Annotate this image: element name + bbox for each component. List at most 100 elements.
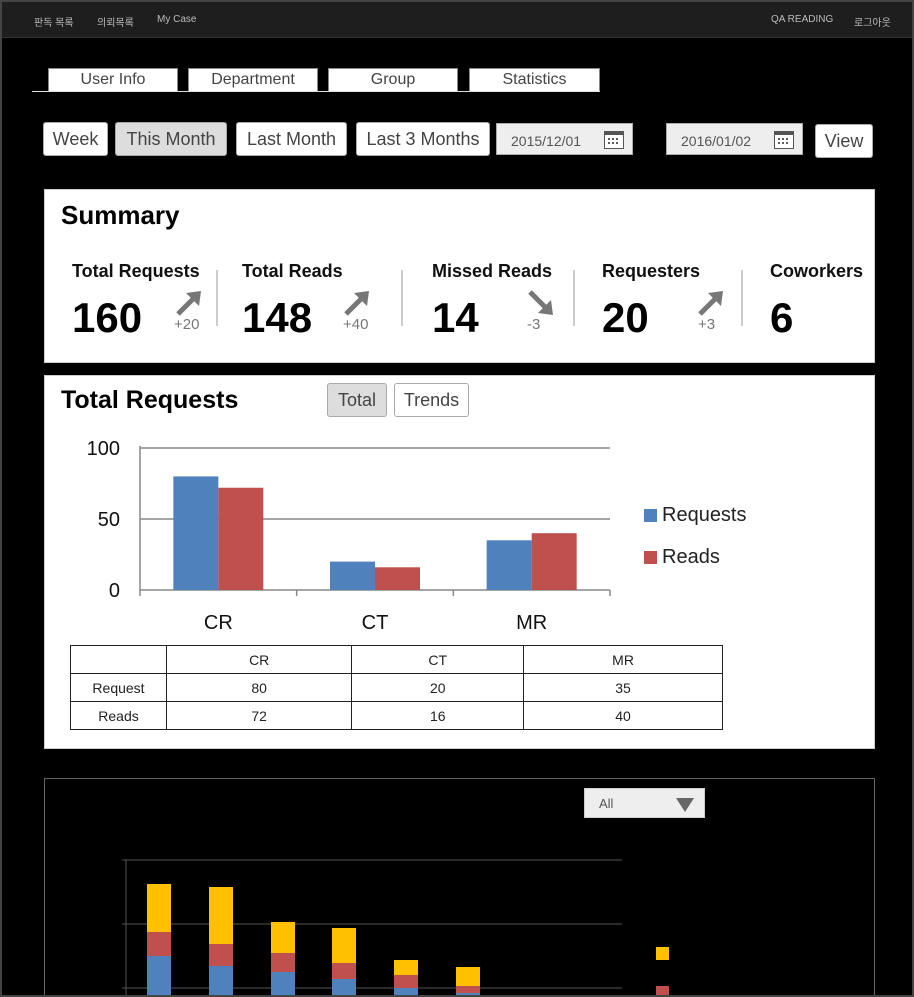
table-row-label: Reads bbox=[70, 701, 167, 730]
x-tick-label: CR bbox=[204, 612, 233, 634]
table-header-cell bbox=[70, 645, 167, 674]
stacked-bar-segment bbox=[271, 922, 295, 953]
stacked-bar-segment bbox=[394, 960, 418, 975]
stat-label-requesters: Requesters bbox=[602, 261, 701, 281]
stat-value-coworkers: 6 bbox=[770, 294, 794, 341]
nav-link-my-case[interactable]: My Case bbox=[157, 14, 196, 25]
stacked-bar-segment bbox=[209, 887, 233, 944]
tab-group[interactable]: Group bbox=[328, 68, 458, 92]
view-button[interactable]: View bbox=[815, 124, 873, 158]
bar-reads-ct bbox=[375, 567, 420, 590]
tab-statistics[interactable]: Statistics bbox=[469, 68, 600, 92]
stat-label-coworkers: Coworkers bbox=[770, 261, 864, 281]
stacked-bar-segment bbox=[271, 953, 295, 972]
table-header-cell: CR bbox=[165, 645, 353, 674]
stat-label-missed-reads: Missed Reads bbox=[432, 261, 553, 281]
stacked-bar-chart bbox=[122, 859, 669, 995]
table-header-row: CR CT MR bbox=[70, 645, 723, 674]
stat-separator bbox=[401, 270, 403, 326]
bar-reads-cr bbox=[218, 487, 264, 590]
y-tick-label: 50 bbox=[98, 509, 120, 531]
legend-swatch-requests bbox=[644, 509, 657, 522]
trend-up-arrow-icon bbox=[176, 291, 201, 316]
last-3-months-button[interactable]: Last 3 Months bbox=[356, 122, 490, 156]
total-toggle-button[interactable]: Total bbox=[327, 383, 387, 417]
table-row-label: Request bbox=[70, 673, 167, 702]
stacked-bar-segment bbox=[394, 988, 418, 995]
stat-separator bbox=[741, 270, 743, 326]
x-tick-label: MR bbox=[516, 612, 547, 634]
logout-link[interactable]: 로그아웃 bbox=[854, 14, 891, 29]
week-button[interactable]: Week bbox=[43, 122, 108, 156]
table-cell: 20 bbox=[351, 673, 525, 702]
stacked-bar-segment bbox=[271, 972, 295, 995]
start-date-value: 2015/12/01 bbox=[511, 133, 582, 149]
stat-separator bbox=[573, 270, 575, 326]
legend-label-reads: Reads bbox=[662, 546, 720, 568]
stat-label-total-reads: Total Reads bbox=[242, 261, 343, 281]
y-tick-label: 0 bbox=[109, 580, 120, 602]
bar-requests-cr bbox=[173, 476, 219, 590]
stat-value-missed-reads: 14 bbox=[432, 294, 479, 341]
stat-value-total-reads: 148 bbox=[242, 294, 313, 341]
app-window: 판독 목록 의뢰목록 My Case QA READING 로그아웃 User … bbox=[0, 0, 914, 997]
legend-swatch bbox=[656, 986, 669, 995]
stat-delta-total-reads: +40 bbox=[343, 316, 369, 333]
tab-department[interactable]: Department bbox=[188, 68, 318, 92]
stat-delta-missed-reads: -3 bbox=[527, 316, 541, 333]
nav-link-request-list[interactable]: 의뢰목록 bbox=[97, 14, 134, 29]
summary-title: Summary bbox=[61, 200, 180, 230]
bar-reads-mr bbox=[531, 533, 577, 590]
legend-swatch-reads bbox=[644, 551, 657, 564]
stacked-bar-segment bbox=[332, 979, 356, 995]
table-header-cell: CT bbox=[351, 645, 525, 674]
total-requests-title: Total Requests bbox=[61, 386, 239, 414]
trend-up-arrow-icon bbox=[344, 291, 369, 316]
nav-link-qa-reading[interactable]: QA READING bbox=[771, 14, 833, 25]
dropdown-value: All bbox=[599, 796, 614, 811]
tab-divider bbox=[32, 91, 600, 92]
stacked-bar-segment bbox=[147, 956, 171, 995]
this-month-button[interactable]: This Month bbox=[115, 122, 227, 156]
table-header-cell: MR bbox=[523, 645, 723, 674]
calendar-icon[interactable] bbox=[604, 131, 624, 149]
stat-delta-total-requests: +20 bbox=[174, 316, 200, 333]
requests-bar-chart: 0 50 100 CR CT MR bbox=[87, 438, 611, 634]
stacked-bar-segment bbox=[332, 963, 356, 979]
tab-user-info[interactable]: User Info bbox=[48, 68, 178, 92]
stat-label-total-requests: Total Requests bbox=[72, 261, 200, 281]
stacked-bar-segment bbox=[147, 932, 171, 956]
start-date-field[interactable]: 2015/12/01 bbox=[496, 123, 633, 155]
stacked-bar-segment bbox=[209, 944, 233, 966]
x-tick-label: CT bbox=[362, 612, 389, 634]
table-cell: 40 bbox=[523, 701, 723, 730]
end-date-field[interactable]: 2016/01/02 bbox=[666, 123, 803, 155]
stacked-bar-segment bbox=[456, 967, 480, 986]
table-row: Request 80 20 35 bbox=[70, 673, 723, 702]
bar-requests-mr bbox=[486, 540, 532, 590]
stat-value-requesters: 20 bbox=[602, 294, 649, 341]
bar-requests-ct bbox=[330, 561, 375, 590]
requests-data-table: CR CT MR Request 80 20 35 Reads 72 16 40 bbox=[70, 645, 723, 730]
stacked-bar-segment bbox=[394, 975, 418, 988]
trend-up-arrow-icon bbox=[698, 291, 723, 316]
stacked-bar-segment bbox=[456, 993, 480, 995]
stacked-bar-segment bbox=[456, 986, 480, 993]
top-navigation-bar: 판독 목록 의뢰목록 My Case QA READING 로그아웃 bbox=[2, 2, 912, 38]
stacked-bar-segment bbox=[147, 884, 171, 932]
calendar-icon[interactable] bbox=[774, 131, 794, 149]
y-tick-label: 100 bbox=[87, 438, 120, 460]
last-month-button[interactable]: Last Month bbox=[236, 122, 347, 156]
table-cell: 16 bbox=[351, 701, 525, 730]
table-row: Reads 72 16 40 bbox=[70, 701, 723, 730]
trend-down-arrow-icon bbox=[528, 290, 553, 315]
nav-link-reading-list[interactable]: 판독 목록 bbox=[34, 14, 74, 29]
stat-separator bbox=[216, 270, 218, 326]
legend-swatch bbox=[656, 947, 669, 960]
trends-toggle-button[interactable]: Trends bbox=[394, 383, 469, 417]
stat-delta-requesters: +3 bbox=[698, 316, 716, 333]
stacked-bar-segment bbox=[209, 966, 233, 995]
table-cell: 35 bbox=[523, 673, 723, 702]
stacked-bar-segment bbox=[332, 928, 356, 963]
category-filter-dropdown[interactable]: All bbox=[584, 788, 705, 818]
